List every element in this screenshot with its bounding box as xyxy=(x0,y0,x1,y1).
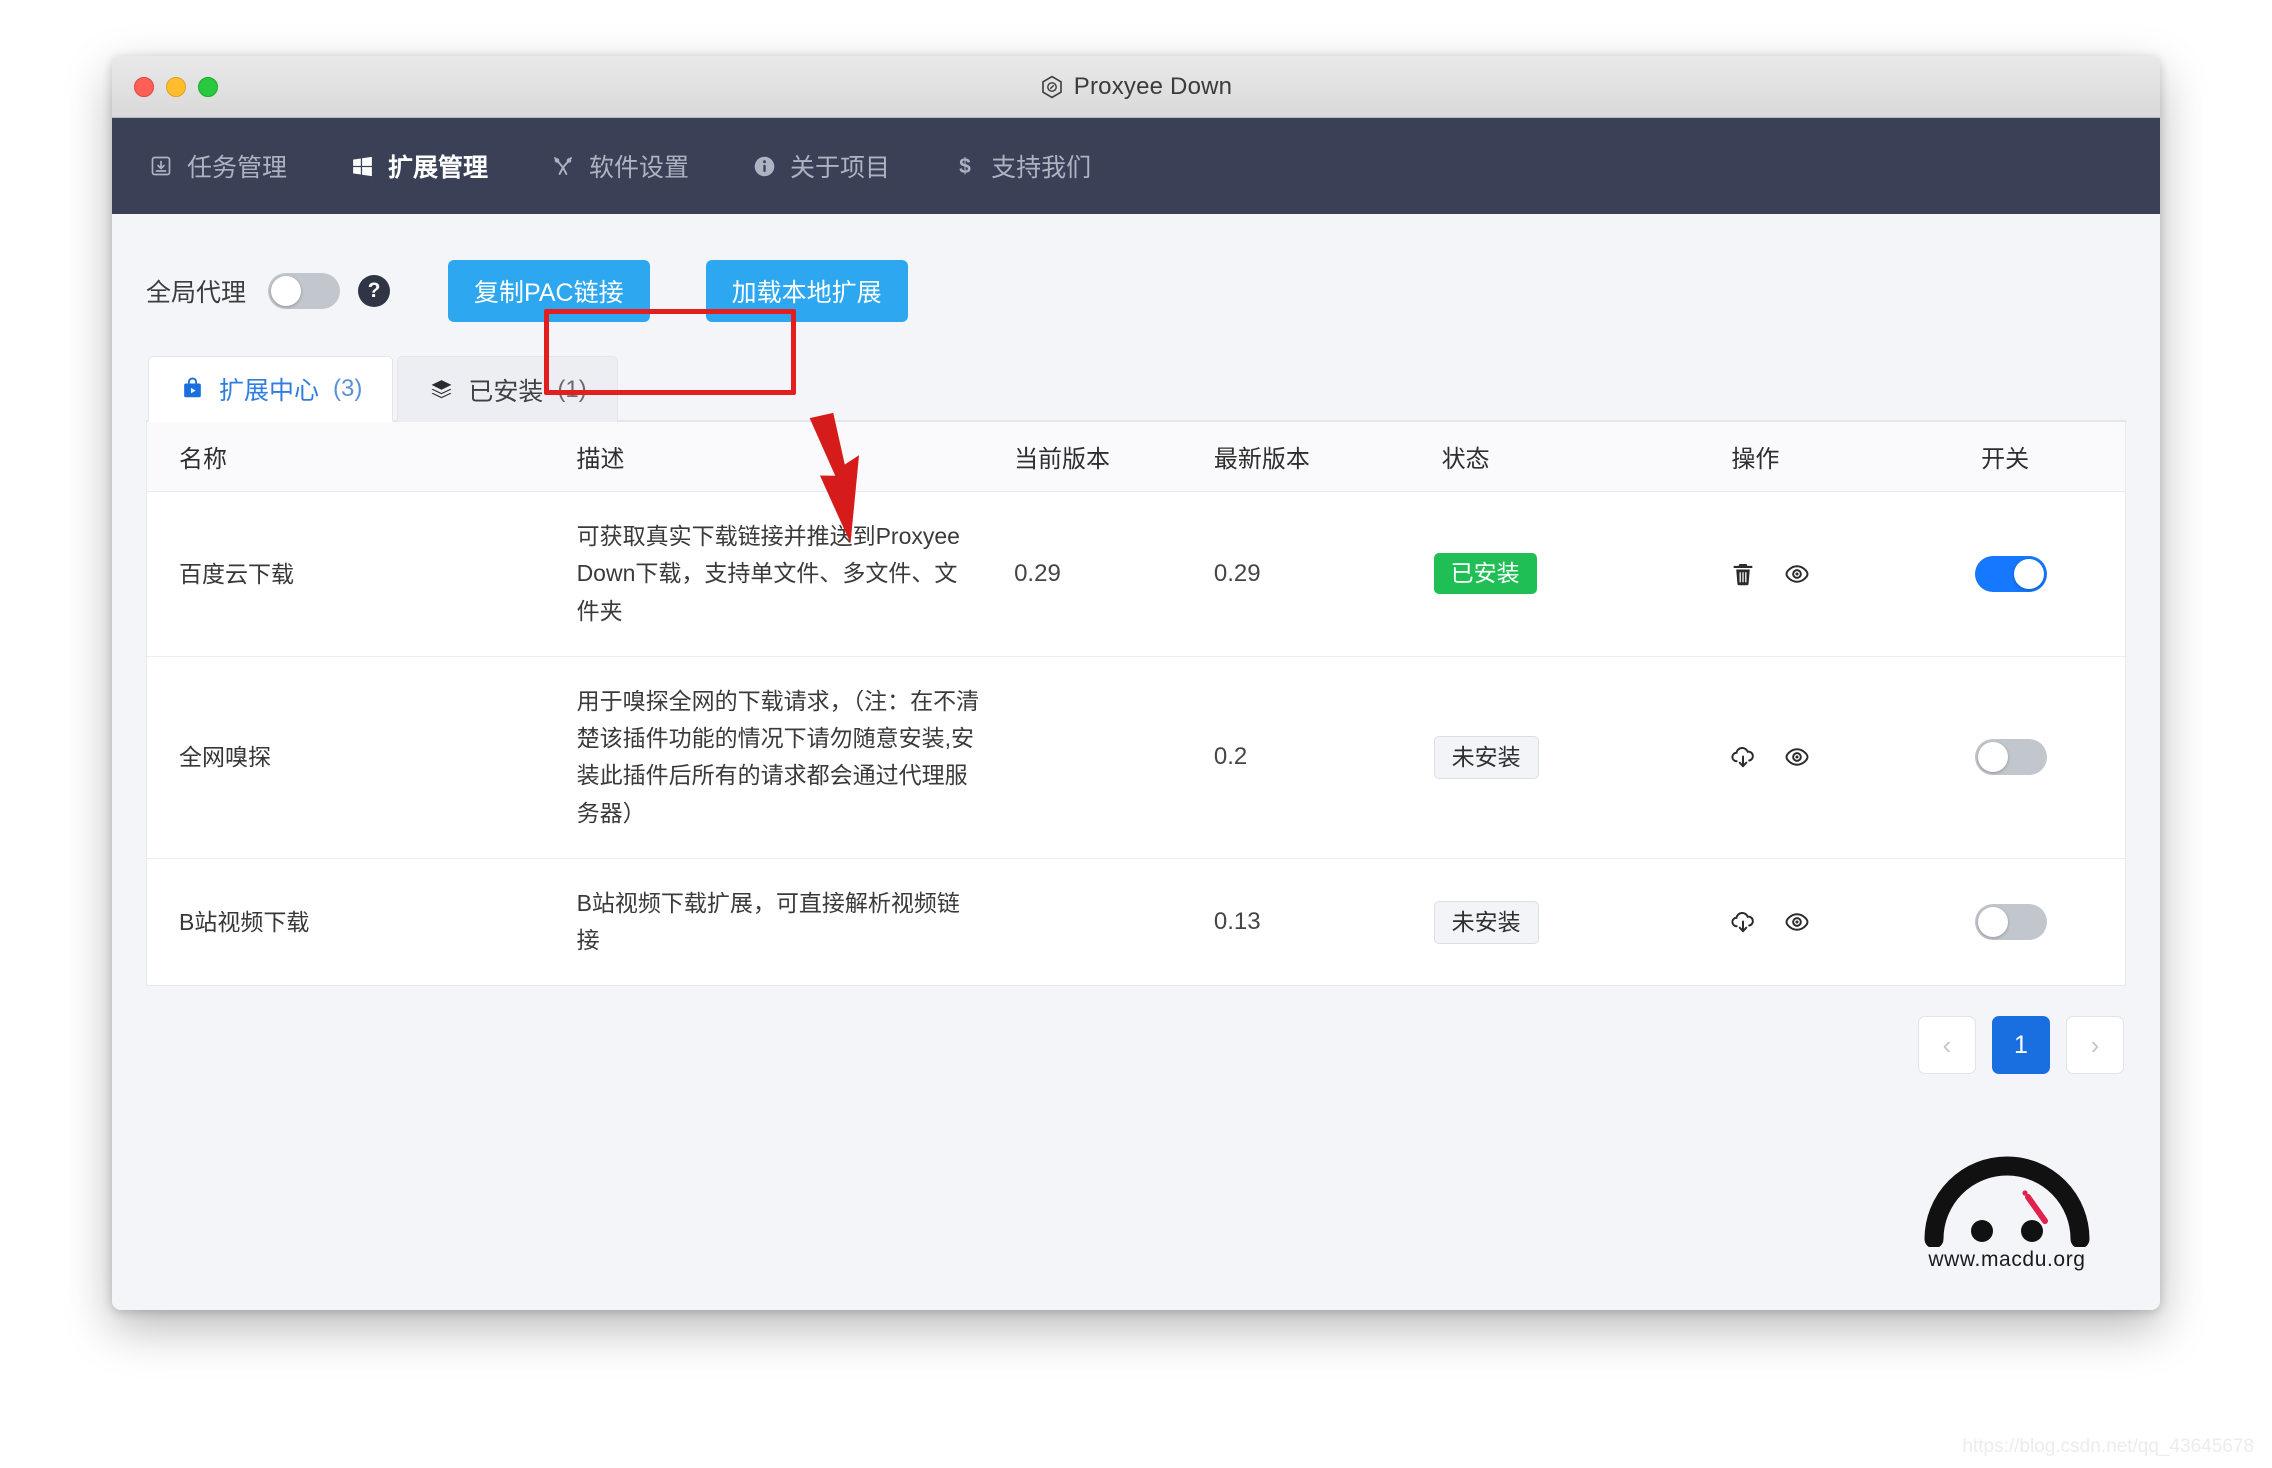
nav-label-support-us: 支持我们 xyxy=(991,154,1092,182)
download-task-icon xyxy=(148,153,174,179)
status-badge: 未安装 xyxy=(1433,900,1539,944)
nav-label-about-project: 关于项目 xyxy=(790,154,891,182)
cell-description: B站视频下载扩展，可直接解析视频链接 xyxy=(576,889,960,953)
nav-item-about-project[interactable]: 关于项目 xyxy=(751,148,920,184)
cloud-download-icon[interactable] xyxy=(1727,741,1759,773)
cell-latest-version: 0.13 xyxy=(1213,908,1261,935)
header-toggle: 开关 xyxy=(1981,446,2030,473)
switch-knob xyxy=(1978,742,2009,773)
cell-latest-version: 0.29 xyxy=(1213,559,1261,587)
content-area: 全局代理 ? 复制PAC链接 加载本地扩展 扩展中心 (3) 已安装 (1) 名… xyxy=(112,214,2160,1310)
extension-toggle[interactable] xyxy=(1975,739,2048,776)
screenshot-canvas: Proxyee Down 任务管理 扩展管理 软件设置 关于项目 $ 支持我们 … xyxy=(0,0,2272,1468)
header-current-version: 当前版本 xyxy=(1014,446,1111,473)
table-header-row: 名称 描述 当前版本 最新版本 状态 操作 开关 xyxy=(147,422,2125,492)
tools-icon xyxy=(550,153,576,179)
status-badge: 未安装 xyxy=(1433,735,1539,779)
footer-watermark-text: https://blog.csdn.net/qq_43645678 xyxy=(1962,1436,2254,1457)
watermark-text: www.macdu.org xyxy=(1928,1248,2086,1271)
tab-count-installed: (1) xyxy=(557,375,587,403)
nav-label-software-settings: 软件设置 xyxy=(589,154,690,182)
svg-text:$: $ xyxy=(959,155,971,178)
cell-current-version: 0.29 xyxy=(1014,559,1061,587)
row-actions xyxy=(1727,906,1925,938)
main-navigation: 任务管理 扩展管理 软件设置 关于项目 $ 支持我们 xyxy=(112,118,2160,214)
cell-description: 可获取真实下载链接并推送到Proxyee Down下载，支持单文件、多文件、文件… xyxy=(576,523,960,624)
header-latest-version: 最新版本 xyxy=(1213,446,1310,473)
nav-item-software-settings[interactable]: 软件设置 xyxy=(550,148,719,184)
info-icon xyxy=(751,153,777,179)
nav-item-support-us[interactable]: $ 支持我们 xyxy=(952,148,1121,184)
row-actions xyxy=(1727,558,1925,590)
tab-installed[interactable]: 已安装 (1) xyxy=(397,356,618,422)
eye-icon[interactable] xyxy=(1781,741,1813,773)
nav-label-task-manager: 任务管理 xyxy=(187,154,288,182)
tab-label-extension-center: 扩展中心 xyxy=(219,376,320,405)
status-badge: 已安装 xyxy=(1433,553,1537,595)
smiley-arc-icon xyxy=(1924,1156,2090,1249)
extensions-table: 名称 描述 当前版本 最新版本 状态 操作 开关 百度云下载 可获取真实下载链接… xyxy=(146,422,2126,987)
cell-description: 用于嗅探全网的下载请求，（注：在不清楚该插件功能的情况下请勿随意安装,安装此插件… xyxy=(576,687,980,826)
watermark-logo: www.macdu.org xyxy=(1912,1155,2102,1272)
nav-item-task-manager[interactable]: 任务管理 xyxy=(148,148,317,184)
header-desc: 描述 xyxy=(576,446,625,473)
extension-tabs: 扩展中心 (3) 已安装 (1) xyxy=(146,354,2126,422)
switch-knob xyxy=(271,276,302,306)
store-bag-icon xyxy=(179,376,205,402)
pagination-prev-button[interactable]: ‹ xyxy=(1918,1016,1976,1075)
dollar-icon: $ xyxy=(952,153,978,179)
global-proxy-switch[interactable] xyxy=(268,273,341,309)
load-local-extension-wrapper: 加载本地扩展 xyxy=(705,260,908,322)
window-title-group: Proxyee Down xyxy=(112,73,2160,101)
copy-pac-button-wrapper: 复制PAC链接 xyxy=(448,260,650,322)
row-actions xyxy=(1727,741,1925,773)
app-window: Proxyee Down 任务管理 扩展管理 软件设置 关于项目 $ 支持我们 … xyxy=(112,56,2160,1310)
tab-count-extension-center: (3) xyxy=(333,374,363,402)
pagination-next-button[interactable]: › xyxy=(2066,1016,2124,1075)
table-row: B站视频下载 B站视频下载扩展，可直接解析视频链接 0.13 未安装 xyxy=(147,859,2125,986)
switch-knob xyxy=(1978,907,2009,937)
global-proxy-label: 全局代理 xyxy=(146,279,247,307)
cloud-download-icon[interactable] xyxy=(1727,906,1759,938)
layers-icon xyxy=(428,377,454,403)
load-local-extension-button[interactable]: 加载本地扩展 xyxy=(705,260,908,322)
eye-icon[interactable] xyxy=(1781,906,1813,938)
table-row: 百度云下载 可获取真实下载链接并推送到Proxyee Down下载，支持单文件、… xyxy=(147,492,2125,657)
pagination: ‹ 1 › xyxy=(146,986,2126,1075)
tab-label-installed: 已安装 xyxy=(468,377,544,406)
header-name: 名称 xyxy=(179,446,227,473)
title-bar: Proxyee Down xyxy=(112,56,2160,118)
cell-name: B站视频下载 xyxy=(179,908,310,935)
windows-icon xyxy=(349,153,375,179)
hexagon-app-icon xyxy=(1040,75,1064,99)
cell-name: 百度云下载 xyxy=(179,560,294,587)
header-status: 状态 xyxy=(1441,446,1490,473)
help-icon[interactable]: ? xyxy=(358,275,391,307)
eye-icon[interactable] xyxy=(1781,558,1813,590)
nav-label-extension-manager: 扩展管理 xyxy=(388,154,489,182)
trash-icon[interactable] xyxy=(1727,558,1759,590)
nav-item-extension-manager[interactable]: 扩展管理 xyxy=(349,148,518,184)
window-title: Proxyee Down xyxy=(1073,72,1233,100)
extension-toolbar: 全局代理 ? 复制PAC链接 加载本地扩展 xyxy=(146,214,2126,332)
tab-extension-center[interactable]: 扩展中心 (3) xyxy=(148,356,394,422)
extension-toggle[interactable] xyxy=(1975,555,2048,592)
extension-toggle[interactable] xyxy=(1975,904,2048,940)
header-actions: 操作 xyxy=(1731,446,1780,473)
table-row: 全网嗅探 用于嗅探全网的下载请求，（注：在不清楚该插件功能的情况下请勿随意安装,… xyxy=(147,657,2125,859)
copy-pac-button[interactable]: 复制PAC链接 xyxy=(448,260,650,322)
pagination-page-1[interactable]: 1 xyxy=(1992,1016,2050,1075)
cell-name: 全网嗅探 xyxy=(179,744,271,770)
cell-latest-version: 0.2 xyxy=(1213,743,1248,771)
switch-knob xyxy=(2014,558,2045,589)
